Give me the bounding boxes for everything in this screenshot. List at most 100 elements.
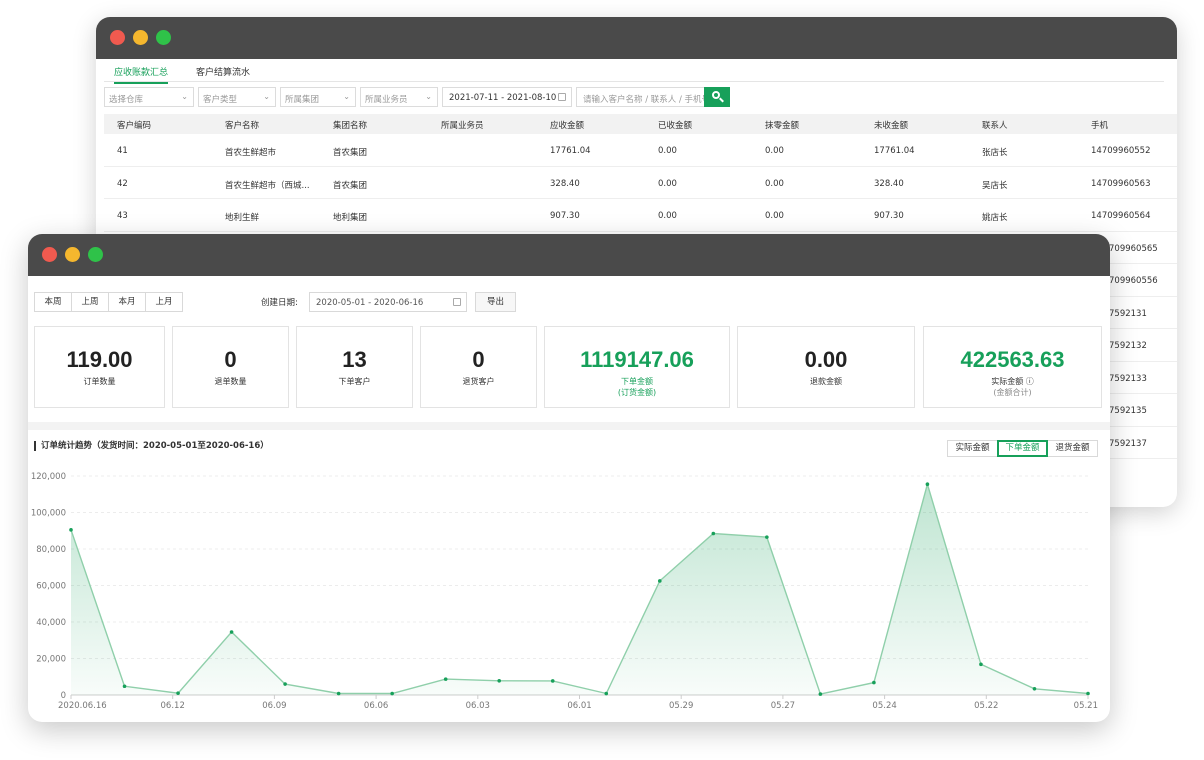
search-button[interactable] <box>704 87 730 107</box>
group-select[interactable]: 所属集团 ⌄ <box>280 87 356 107</box>
table-row[interactable]: 42 首农生鲜超市（西城... 首农集团 328.40 0.00 0.00 32… <box>104 167 1177 199</box>
warehouse-select[interactable]: 选择仓库 ⌄ <box>104 87 194 107</box>
stat-card-actual-amount: 422563.63 实际金额 ⓘ (金额合计) <box>923 326 1102 408</box>
stat-value: 0 <box>472 347 485 372</box>
created-date-label: 创建日期: <box>261 298 298 308</box>
chart-metric-toggle: 实际金额 下单金额 退货金额 <box>947 440 1098 457</box>
chevron-down-icon: ⌄ <box>181 92 188 101</box>
this-month-button[interactable]: 本月 <box>108 292 146 312</box>
cell-unreceived: 328.40 <box>874 178 904 189</box>
data-point <box>925 482 930 487</box>
salesman-select-label: 所属业务员 <box>365 95 408 105</box>
stat-value: 13 <box>342 347 367 372</box>
stat-card-order-amount: 1119147.06 下单金额 (订货金额) <box>544 326 730 408</box>
y-tick-label: 120,000 <box>31 472 66 482</box>
data-point <box>711 531 716 536</box>
data-point <box>176 691 180 695</box>
y-tick-label: 0 <box>61 691 66 701</box>
table-row[interactable]: 41 首农生鲜超市 首农集团 17761.04 0.00 0.00 17761.… <box>104 134 1177 167</box>
cell-phone: 7592135 <box>1109 406 1147 416</box>
stat-card-refund-count: 0 退单数量 <box>172 326 289 408</box>
x-tick-label: 06.12 <box>161 701 185 711</box>
x-tick-label: 05.29 <box>669 701 693 711</box>
cell-phone: 7592133 <box>1109 373 1147 384</box>
stat-card-ordering-customers: 13 下单客户 <box>296 326 413 408</box>
stat-value: 1119147.06 <box>580 347 694 372</box>
cell-group: 首农集团 <box>333 180 368 191</box>
toggle-order-amount[interactable]: 下单金额 <box>997 440 1048 457</box>
chevron-down-icon: ⌄ <box>343 92 350 101</box>
cell-name: 首农生鲜超市（西城... <box>225 180 310 191</box>
col-received: 已收金额 <box>658 121 693 131</box>
export-button[interactable]: 导出 <box>475 292 516 312</box>
tab-bar: 应收账款汇总 客户结算流水 <box>104 60 1164 84</box>
data-point <box>818 692 823 696</box>
data-point <box>69 528 73 532</box>
cell-contact: 张店长 <box>982 148 1008 158</box>
created-date-range-input[interactable]: 2020-05-01 - 2020-06-16 <box>309 292 467 312</box>
col-contact: 联系人 <box>982 121 1008 131</box>
y-axis-labels: 0 20,000 40,000 60,000 80,000 100,000 120,000 <box>31 472 66 701</box>
data-point <box>497 678 502 683</box>
last-month-button[interactable]: 上月 <box>145 292 183 312</box>
x-tick-label: 2020.06.16 <box>58 701 107 711</box>
tab-customer-settlement[interactable]: 客户结算流水 <box>196 65 250 82</box>
data-point <box>390 691 394 696</box>
cell-rounding: 0.00 <box>765 146 784 156</box>
data-point <box>1086 691 1090 696</box>
cell-phone: 7592132 <box>1109 341 1147 351</box>
cell-code: 42 <box>117 178 128 189</box>
x-tick-label: 06.09 <box>262 701 286 711</box>
stat-sublabel: (金额合计) <box>993 388 1032 397</box>
col-customer-code: 客户编码 <box>117 121 152 131</box>
cell-phone: 14709960563 <box>1091 178 1151 189</box>
col-group-name: 集团名称 <box>333 121 368 131</box>
minimize-window-button[interactable] <box>65 247 80 262</box>
table-row[interactable]: 43 地利生鲜 地利集团 907.30 0.00 0.00 907.30 姚店长… <box>104 199 1177 232</box>
data-point <box>336 691 341 696</box>
search-input[interactable]: 请输入客户名称 / 联系人 / 手机号 <box>576 87 706 107</box>
data-point <box>979 662 983 667</box>
stat-label: 退单数量 <box>214 377 247 386</box>
col-phone: 手机 <box>1091 121 1109 131</box>
search-icon-handle <box>719 97 724 103</box>
calendar-icon <box>558 93 566 101</box>
maximize-window-button[interactable] <box>88 247 103 262</box>
stat-label: 实际金额 ⓘ <box>991 377 1034 386</box>
chart-area-fill <box>71 484 1088 695</box>
x-tick-label: 05.27 <box>771 701 795 711</box>
cell-unreceived: 17761.04 <box>874 146 915 156</box>
x-tick-label: 05.21 <box>1074 701 1098 711</box>
close-window-button[interactable] <box>42 247 57 262</box>
toggle-actual-amount[interactable]: 实际金额 <box>947 440 998 457</box>
chevron-down-icon: ⌄ <box>425 92 432 101</box>
period-button-group: 本周 上周 本月 上月 <box>34 292 183 312</box>
maximize-window-button[interactable] <box>156 30 171 45</box>
cell-phone: 14709960564 <box>1091 211 1151 221</box>
minimize-window-button[interactable] <box>133 30 148 45</box>
stat-label: 下单金额 <box>621 377 653 386</box>
cell-phone: 7592131 <box>1109 308 1147 319</box>
titlebar <box>28 234 1110 276</box>
stat-card-refund-amount: 0.00 退款金额 <box>737 326 915 408</box>
stat-value: 0.00 <box>804 347 848 372</box>
data-point <box>604 691 609 696</box>
search-placeholder: 请输入客户名称 / 联系人 / 手机号 <box>583 95 706 105</box>
salesman-select[interactable]: 所属业务员 ⌄ <box>360 87 438 107</box>
toggle-return-amount[interactable]: 退货金额 <box>1047 440 1098 457</box>
table-header: 客户编码 客户名称 集团名称 所属业务员 应收金额 已收金额 抹零金额 未收金额… <box>104 114 1177 134</box>
group-select-label: 所属集团 <box>285 95 320 105</box>
stat-value: 119.00 <box>66 347 133 372</box>
x-tick-label: 05.22 <box>974 701 998 711</box>
cell-group: 地利集团 <box>333 213 368 223</box>
customer-type-select[interactable]: 客户类型 ⌄ <box>198 87 276 107</box>
filter-bar: 选择仓库 ⌄ 客户类型 ⌄ 所属集团 ⌄ 所属业务员 ⌄ 2021-07-11 … <box>104 87 1174 107</box>
cell-received: 0.00 <box>658 211 677 221</box>
last-week-button[interactable]: 上周 <box>71 292 109 312</box>
this-week-button[interactable]: 本周 <box>34 292 72 312</box>
x-tick-label: 05.24 <box>872 701 896 711</box>
cell-contact: 姚店长 <box>982 213 1008 223</box>
date-range-input[interactable]: 2021-07-11 - 2021-08-10 <box>442 87 572 107</box>
tab-receivables-summary[interactable]: 应收账款汇总 <box>114 65 169 84</box>
close-window-button[interactable] <box>110 30 125 45</box>
